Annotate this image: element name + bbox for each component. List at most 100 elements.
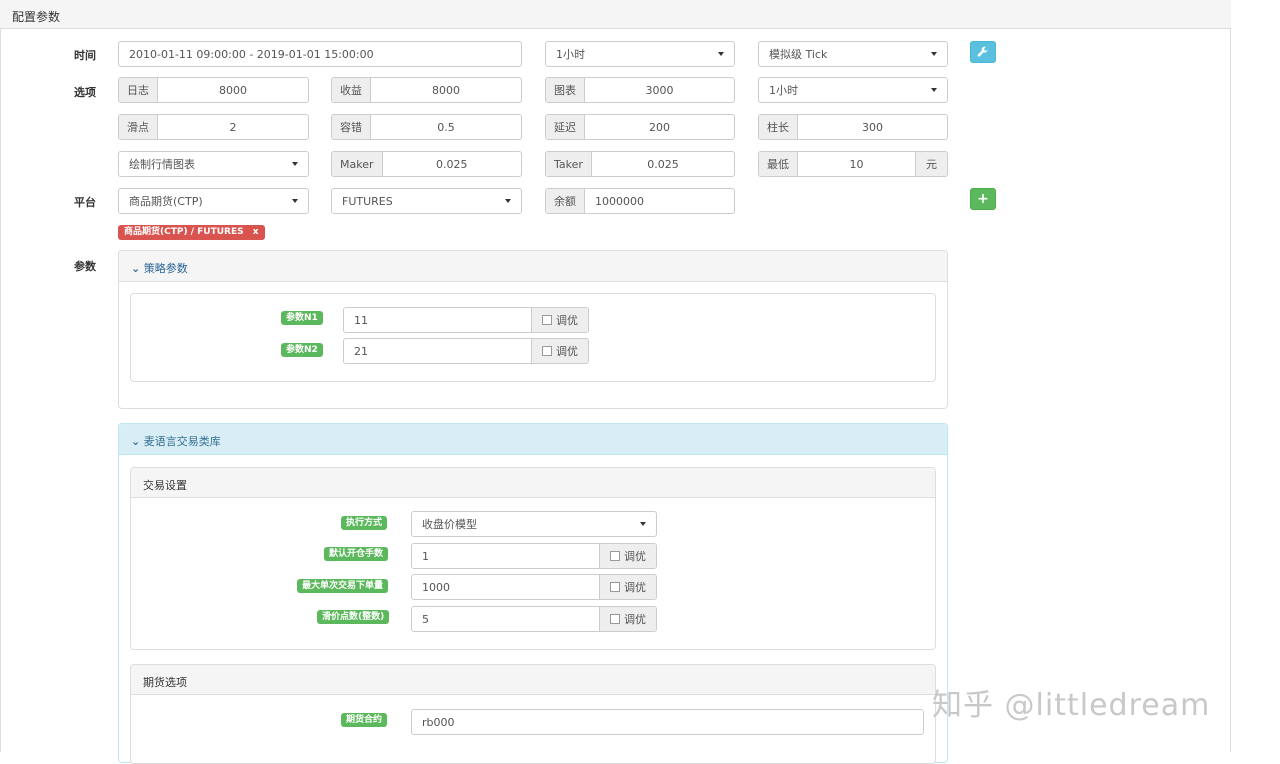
default-lots-value: 1 (422, 549, 429, 563)
params-label: 参数 (74, 260, 96, 273)
checkbox-icon (542, 315, 552, 325)
slip-points-input[interactable]: 5 调优 (411, 606, 657, 632)
bar-length-input[interactable]: 柱长 300 (758, 114, 948, 140)
panel-title: 配置参数 (12, 10, 61, 24)
tolerance-input[interactable]: 容错 0.5 (331, 114, 522, 140)
mylang-header[interactable]: ⌄ 麦语言交易类库 (119, 424, 947, 455)
max-order-optimize-checkbox[interactable]: 调优 (599, 575, 656, 599)
delay-input[interactable]: 延迟 200 (545, 114, 735, 140)
slip-points-label: 滑价点数(整数) (317, 610, 390, 624)
slippage-value: 2 (229, 120, 237, 134)
platform-label: 平台 (74, 196, 96, 209)
chart-period-select[interactable]: 1小时 (758, 77, 948, 103)
param-n2-input[interactable]: 21 调优 (343, 338, 589, 364)
maker-value: 0.025 (436, 157, 468, 171)
exec-mode-value: 收盘价模型 (422, 518, 477, 531)
contract-label: 期货合约 (341, 713, 388, 727)
log-addon: 日志 (119, 78, 158, 102)
max-order-input[interactable]: 1000 调优 (411, 574, 657, 600)
options-label: 选项 (74, 86, 96, 99)
taker-addon: Taker (546, 152, 592, 176)
slippage-input[interactable]: 滑点 2 (118, 114, 309, 140)
close-icon[interactable]: x (253, 227, 259, 237)
profit-value: 8000 (432, 83, 460, 97)
chevron-down-icon: ⌄ (131, 435, 141, 448)
draw-chart-select[interactable]: 绘制行情图表 (118, 151, 309, 177)
log-input[interactable]: 日志 8000 (118, 77, 309, 103)
max-order-value: 1000 (422, 580, 450, 594)
futures-options-header: 期货选项 (131, 665, 935, 695)
default-lots-input[interactable]: 1 调优 (411, 543, 657, 569)
caret-down-icon (718, 52, 724, 56)
plus-icon: + (977, 191, 989, 207)
slip-points-value: 5 (422, 612, 429, 626)
balance-value: 1000000 (595, 194, 644, 208)
date-range-value: 2010-01-11 09:00:00 - 2019-01-01 15:00:0… (129, 47, 374, 61)
param-n1-input[interactable]: 11 调优 (343, 307, 589, 333)
caret-down-icon (931, 88, 937, 92)
draw-chart-value: 绘制行情图表 (129, 158, 195, 171)
default-lots-label: 默认开仓手数 (324, 547, 389, 561)
caret-down-icon (931, 52, 937, 56)
profit-input[interactable]: 收益 8000 (331, 77, 522, 103)
slip-points-optimize-checkbox[interactable]: 调优 (599, 607, 656, 631)
optimize-label: 调优 (624, 581, 646, 594)
caret-down-icon (640, 522, 646, 526)
maker-addon: Maker (332, 152, 383, 176)
max-order-label: 最大单次交易下单量 (297, 579, 389, 593)
min-fee-addon: 最低 (759, 152, 798, 176)
default-lots-optimize-checkbox[interactable]: 调优 (599, 544, 656, 568)
mylang-toggle: ⌄ 麦语言交易类库 (131, 433, 221, 449)
strategy-params-header[interactable]: ⌄ 策略参数 (119, 251, 947, 282)
wrench-icon (977, 46, 988, 57)
bar-length-addon: 柱长 (759, 115, 798, 139)
slippage-addon: 滑点 (119, 115, 158, 139)
period-select[interactable]: 1小时 (545, 41, 735, 67)
market-select[interactable]: FUTURES (331, 188, 522, 214)
mylang-title: 麦语言交易类库 (143, 435, 221, 448)
checkbox-icon (610, 582, 620, 592)
caret-down-icon (505, 199, 511, 203)
contract-input[interactable]: rb000 (411, 709, 924, 735)
exchange-value: 商品期货(CTP) (129, 195, 203, 208)
optimize-label: 调优 (624, 550, 646, 563)
trade-settings-title: 交易设置 (143, 479, 187, 492)
watermark-text: 知乎 @littledream (932, 688, 1211, 723)
futures-options-title: 期货选项 (143, 676, 187, 689)
maker-input[interactable]: Maker 0.025 (331, 151, 522, 177)
balance-input[interactable]: 余额 1000000 (545, 188, 735, 214)
param-n1-optimize-checkbox[interactable]: 调优 (531, 308, 588, 332)
min-fee-input[interactable]: 最低 10 元 (758, 151, 948, 177)
checkbox-icon (542, 346, 552, 356)
chart-value: 3000 (645, 83, 674, 97)
delay-addon: 延迟 (546, 115, 585, 139)
exec-mode-select[interactable]: 收盘价模型 (411, 511, 657, 537)
param-n1-value: 11 (354, 313, 368, 327)
chart-period-value: 1小时 (769, 84, 798, 97)
trade-settings-header: 交易设置 (131, 468, 935, 498)
optimize-label: 调优 (556, 345, 578, 358)
panel-header: 配置参数 (0, 0, 1231, 29)
checkbox-icon (610, 614, 620, 624)
add-platform-button[interactable]: + (970, 188, 996, 210)
date-range-input[interactable]: 2010-01-11 09:00:00 - 2019-01-01 15:00:0… (118, 41, 522, 67)
exchange-select[interactable]: 商品期货(CTP) (118, 188, 309, 214)
min-fee-value: 10 (849, 157, 864, 171)
profit-addon: 收益 (332, 78, 371, 102)
platform-tag: 商品期货(CTP) / FUTURES x (118, 225, 265, 240)
checkbox-icon (610, 551, 620, 561)
chart-input[interactable]: 图表 3000 (545, 77, 735, 103)
taker-input[interactable]: Taker 0.025 (545, 151, 735, 177)
param-n2-optimize-checkbox[interactable]: 调优 (531, 339, 588, 363)
bar-length-value: 300 (862, 120, 883, 134)
min-fee-unit: 元 (915, 152, 947, 176)
period-value: 1小时 (556, 48, 585, 61)
log-value: 8000 (219, 83, 247, 97)
optimize-label: 调优 (556, 314, 578, 327)
settings-button[interactable] (970, 41, 996, 63)
caret-down-icon (292, 199, 298, 203)
param-n1-label: 参数N1 (281, 311, 323, 325)
balance-addon: 余额 (546, 189, 585, 213)
mode-select[interactable]: 模拟级 Tick (758, 41, 948, 67)
param-n2-label: 参数N2 (281, 343, 323, 357)
